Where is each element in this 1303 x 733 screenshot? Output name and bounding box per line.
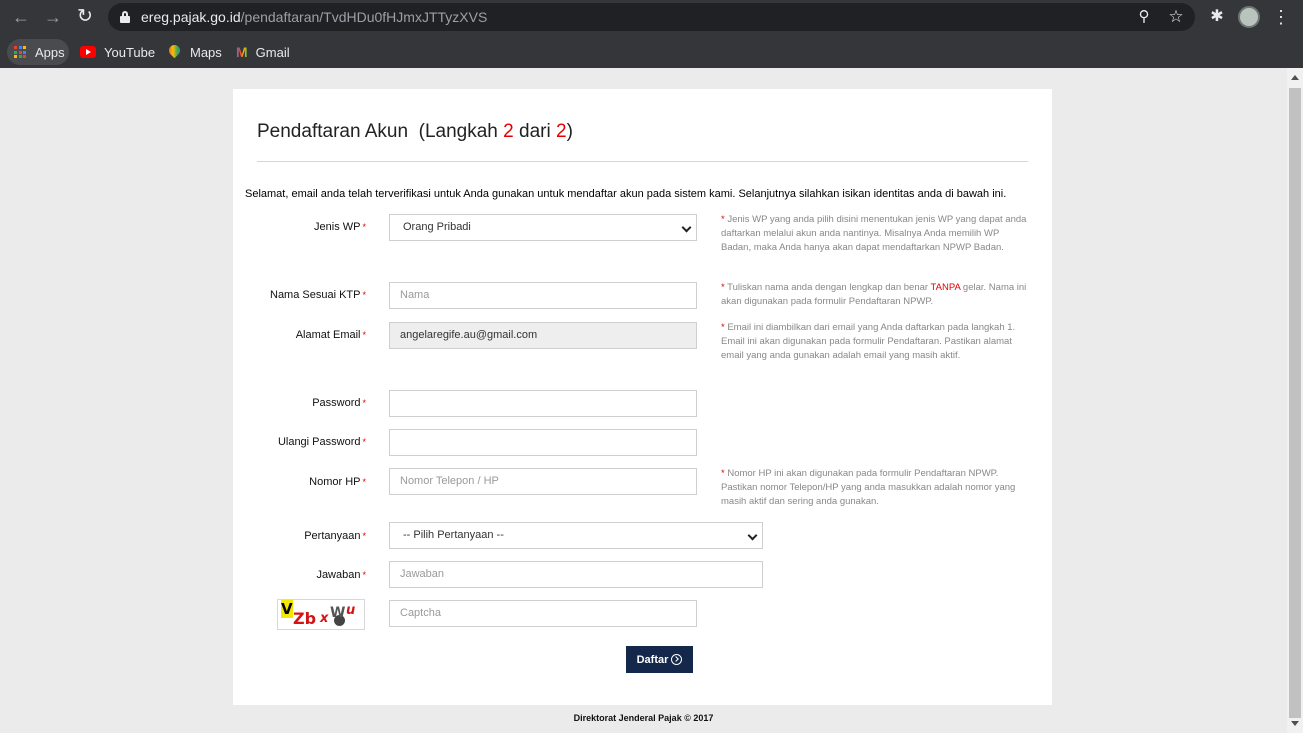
profile-avatar[interactable] bbox=[1238, 6, 1260, 28]
gmail-icon: M bbox=[236, 44, 248, 60]
browser-chrome: ← → ↻ ereg.pajak.go.id/pendaftaran/TvdHD… bbox=[0, 0, 1303, 68]
ulangi-password-label: Ulangi Password * bbox=[277, 436, 366, 448]
nomor-hp-label: Nomor HP * bbox=[309, 476, 366, 488]
bookmarks-bar: Apps YouTube Maps M Gmail bbox=[0, 34, 1303, 68]
bookmark-youtube-label: YouTube bbox=[104, 44, 156, 60]
nama-label: Nama Sesuai KTP * bbox=[270, 289, 366, 301]
scroll-up-icon[interactable] bbox=[1291, 75, 1299, 80]
nama-note: * Tuliskan nama anda dengan lengkap dan … bbox=[721, 282, 1027, 307]
footer-text: Direktorat Jenderal Pajak © 2017 bbox=[573, 713, 714, 723]
star-icon[interactable]: ☆ bbox=[1166, 7, 1186, 27]
chevron-down-icon bbox=[681, 222, 692, 233]
bookmark-gmail[interactable]: M Gmail bbox=[236, 39, 290, 65]
nomor-hp-input[interactable]: Nomor Telepon / HP bbox=[389, 468, 697, 495]
jawaban-label: Jawaban * bbox=[316, 569, 366, 581]
bookmark-apps[interactable]: Apps bbox=[7, 39, 69, 65]
lock-icon bbox=[120, 11, 130, 23]
back-icon[interactable]: ← bbox=[9, 6, 33, 28]
scroll-down-icon[interactable] bbox=[1291, 721, 1299, 726]
arrow-circle-right-icon bbox=[671, 654, 683, 665]
youtube-icon bbox=[80, 46, 96, 58]
nama-input[interactable]: Nama bbox=[389, 282, 697, 309]
email-label: Alamat Email * bbox=[295, 329, 366, 341]
extensions-icon[interactable]: ✱ bbox=[1206, 6, 1228, 28]
ulangi-password-input[interactable] bbox=[389, 429, 697, 456]
forward-icon[interactable]: → bbox=[41, 6, 65, 28]
captcha-input[interactable]: Captcha bbox=[389, 600, 697, 627]
bookmark-maps-label: Maps bbox=[190, 44, 222, 60]
page-scrollbar[interactable] bbox=[1287, 68, 1303, 733]
chevron-down-icon bbox=[747, 530, 758, 541]
jenis-wp-select[interactable]: Orang Pribadi bbox=[389, 214, 697, 241]
reload-icon[interactable]: ↻ bbox=[73, 6, 97, 28]
nomor-hp-note: * Nomor HP ini akan digunakan pada formu… bbox=[721, 468, 1016, 507]
daftar-button-label: Daftar bbox=[636, 653, 669, 666]
password-label: Password * bbox=[312, 397, 366, 409]
password-input[interactable] bbox=[389, 390, 697, 417]
daftar-button[interactable]: Daftar bbox=[626, 646, 693, 673]
pertanyaan-select[interactable]: -- Pilih Pertanyaan -- bbox=[389, 522, 763, 549]
jenis-wp-label: Jenis WP * bbox=[314, 221, 366, 233]
address-bar[interactable]: ereg.pajak.go.id/pendaftaran/TvdHDu0fHJm… bbox=[108, 3, 1195, 31]
maps-pin-icon bbox=[169, 45, 180, 59]
bookmark-apps-label: Apps bbox=[35, 44, 65, 60]
jenis-wp-note: * Jenis WP yang anda pilih disini menent… bbox=[721, 214, 1027, 253]
url-text: ereg.pajak.go.id/pendaftaran/TvdHDu0fHJm… bbox=[141, 9, 488, 25]
bookmark-maps[interactable]: Maps bbox=[169, 39, 222, 65]
browser-toolbar: ← → ↻ ereg.pajak.go.id/pendaftaran/TvdHD… bbox=[0, 0, 1303, 34]
email-note: * Email ini diambilkan dari email yang A… bbox=[721, 322, 1016, 361]
pertanyaan-label: Pertanyaan * bbox=[304, 530, 366, 542]
title-divider bbox=[257, 161, 1028, 162]
zoom-icon[interactable]: ⚲ bbox=[1134, 7, 1154, 27]
bookmark-youtube[interactable]: YouTube bbox=[80, 39, 155, 65]
jawaban-input[interactable]: Jawaban bbox=[389, 561, 763, 588]
email-field[interactable]: angelaregife.au@gmail.com bbox=[389, 322, 697, 349]
menu-icon[interactable]: ⋮ bbox=[1270, 6, 1292, 28]
bookmark-gmail-label: Gmail bbox=[255, 44, 290, 60]
captcha-image: V Zb x W u bbox=[277, 599, 365, 630]
apps-grid-icon bbox=[14, 46, 26, 58]
registration-card: Pendaftaran Akun (Langkah 2 dari 2) Sela… bbox=[233, 89, 1052, 705]
scroll-thumb[interactable] bbox=[1289, 88, 1301, 718]
